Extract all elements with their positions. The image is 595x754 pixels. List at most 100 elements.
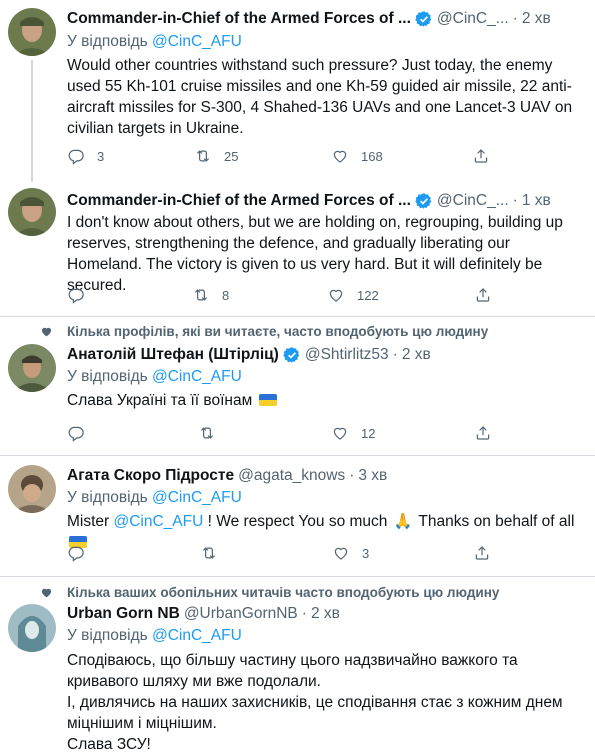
social-context: Кілька профілів, які ви читаєте, часто в… xyxy=(40,321,585,341)
retweet-button[interactable]: 25 xyxy=(194,147,238,165)
heart-small-icon xyxy=(40,586,53,599)
tweet-header: Commander-in-Chief of the Armed Forces o… xyxy=(67,190,583,212)
avatar-image xyxy=(8,604,56,652)
author-name[interactable]: Urban Gorn NB xyxy=(67,605,180,623)
share-icon xyxy=(472,147,490,165)
separator-dot: · xyxy=(512,10,518,27)
reply-icon xyxy=(67,286,85,304)
tweet-text-line: Слава ЗСУ! xyxy=(67,736,151,753)
retweet-button[interactable]: 8 xyxy=(192,286,229,304)
share-icon xyxy=(474,424,492,442)
tweet-5[interactable]: Кілька ваших обопільних читачів часто вп… xyxy=(0,577,595,754)
share-button[interactable] xyxy=(473,544,491,562)
mention-link[interactable]: @CinC_AFU xyxy=(114,513,204,530)
avatar-image xyxy=(8,8,56,56)
timestamp[interactable]: 2 хв xyxy=(311,605,340,623)
reply-mention-link[interactable]: @CinC_AFU xyxy=(152,33,242,50)
reply-context: У відповідь @CinC_AFU xyxy=(67,33,242,51)
tweet-text-content: Слава Україні та її воїнам xyxy=(67,392,253,409)
avatar[interactable] xyxy=(8,604,56,652)
like-count: 168 xyxy=(361,148,383,164)
reply-context: У відповідь @CinC_AFU xyxy=(67,489,242,507)
verified-badge-icon xyxy=(283,346,301,364)
tweet-header: Агата Скоро Підросте @agata_knows · 3 хв xyxy=(67,465,583,487)
reply-mention-link[interactable]: @CinC_AFU xyxy=(152,368,242,385)
reply-count: 3 xyxy=(97,148,105,164)
reply-button[interactable] xyxy=(67,544,97,562)
tweet-text-mid: ! We respect You so much xyxy=(203,513,392,530)
tweet-text-post: Thanks on behalf of all xyxy=(414,513,575,530)
avatar[interactable] xyxy=(8,465,56,513)
action-bar: 3 xyxy=(67,544,507,564)
separator-dot: · xyxy=(301,605,307,622)
reply-button[interactable] xyxy=(67,424,97,442)
timestamp[interactable]: 2 хв xyxy=(402,346,431,364)
tweet-text-line: І, дивлячись на наших захисників, це спо… xyxy=(67,694,563,732)
retweet-button[interactable] xyxy=(200,544,230,562)
reply-mention-link[interactable]: @CinC_AFU xyxy=(152,627,242,644)
tweet-text: Сподіваюсь, що більшу частину цього надз… xyxy=(67,650,582,754)
share-button[interactable] xyxy=(474,286,492,304)
tweet-text: Слава Україні та її воїнам xyxy=(67,390,582,411)
author-handle[interactable]: @CinC_... xyxy=(437,10,509,28)
heart-small-icon xyxy=(40,325,53,338)
reply-button[interactable]: 3 xyxy=(67,147,104,165)
like-button[interactable]: 122 xyxy=(327,286,379,304)
retweet-icon xyxy=(194,147,212,165)
author-handle[interactable]: @CinC_... xyxy=(437,192,509,210)
reply-button[interactable] xyxy=(67,286,97,304)
author-name[interactable]: Анатолій Штефан (Штірліц) xyxy=(67,346,279,364)
like-count: 122 xyxy=(357,287,379,303)
timestamp[interactable]: 1 хв xyxy=(522,192,551,210)
timestamp[interactable]: 3 хв xyxy=(358,467,387,485)
timestamp[interactable]: 2 хв xyxy=(522,10,551,28)
reply-prefix: У відповідь xyxy=(67,627,148,644)
share-icon xyxy=(473,544,491,562)
avatar[interactable] xyxy=(8,188,56,236)
tweet-4[interactable]: Агата Скоро Підросте @agata_knows · 3 хв… xyxy=(0,456,595,576)
social-context-text: Кілька профілів, які ви читаєте, часто в… xyxy=(67,323,489,339)
tweet-text-line: Сподіваюсь, що більшу частину цього надз… xyxy=(67,652,518,690)
reply-prefix: У відповідь xyxy=(67,489,148,506)
author-handle[interactable]: @UrbanGornNB xyxy=(184,605,298,623)
retweet-icon xyxy=(192,286,210,304)
tweet-3[interactable]: Кілька профілів, які ви читаєте, часто в… xyxy=(0,317,595,455)
social-context-text: Кілька ваших обопільних читачів часто вп… xyxy=(67,584,500,600)
reply-mention-link[interactable]: @CinC_AFU xyxy=(152,489,242,506)
like-button[interactable]: 3 xyxy=(332,544,369,562)
author-handle[interactable]: @agata_knows xyxy=(238,467,345,485)
author-name[interactable]: Commander-in-Chief of the Armed Forces o… xyxy=(67,10,411,28)
tweet-text-pre: Mister xyxy=(67,513,114,530)
author-name[interactable]: Commander-in-Chief of the Armed Forces o… xyxy=(67,192,411,210)
action-bar: 3 25 168 xyxy=(67,147,507,167)
tweet-1[interactable]: Commander-in-Chief of the Armed Forces o… xyxy=(0,0,595,182)
avatar-image xyxy=(8,344,56,392)
author-name[interactable]: Агата Скоро Підросте xyxy=(67,467,234,485)
heart-icon xyxy=(331,147,349,165)
like-button[interactable]: 12 xyxy=(331,424,375,442)
social-context: Кілька ваших обопільних читачів часто вп… xyxy=(40,582,585,602)
retweet-button[interactable] xyxy=(198,424,228,442)
reply-icon xyxy=(67,147,85,165)
reply-context: У відповідь @CinC_AFU xyxy=(67,627,242,645)
tweet-2[interactable]: Commander-in-Chief of the Armed Forces o… xyxy=(0,180,595,316)
retweet-count: 8 xyxy=(222,287,230,303)
avatar[interactable] xyxy=(8,344,56,392)
tweet-text: I don't know about others, but we are ho… xyxy=(67,214,563,294)
share-button[interactable] xyxy=(474,424,492,442)
tweet-header: Urban Gorn NB @UrbanGornNB · 2 хв xyxy=(67,603,583,625)
reply-context: У відповідь @CinC_AFU xyxy=(67,368,242,386)
avatar[interactable] xyxy=(8,8,56,56)
heart-icon xyxy=(332,544,350,562)
ukraine-flag-emoji xyxy=(258,394,277,406)
tweet-header: Commander-in-Chief of the Armed Forces o… xyxy=(67,8,583,30)
like-count: 3 xyxy=(362,545,370,561)
verified-badge-icon xyxy=(415,192,433,210)
like-button[interactable]: 168 xyxy=(331,147,383,165)
share-button[interactable] xyxy=(472,147,490,165)
retweet-count: 25 xyxy=(224,148,239,164)
avatar-image xyxy=(8,465,56,513)
heart-icon xyxy=(331,424,349,442)
author-handle[interactable]: @Shtirlitz53 xyxy=(305,346,389,364)
retweet-icon xyxy=(200,544,218,562)
